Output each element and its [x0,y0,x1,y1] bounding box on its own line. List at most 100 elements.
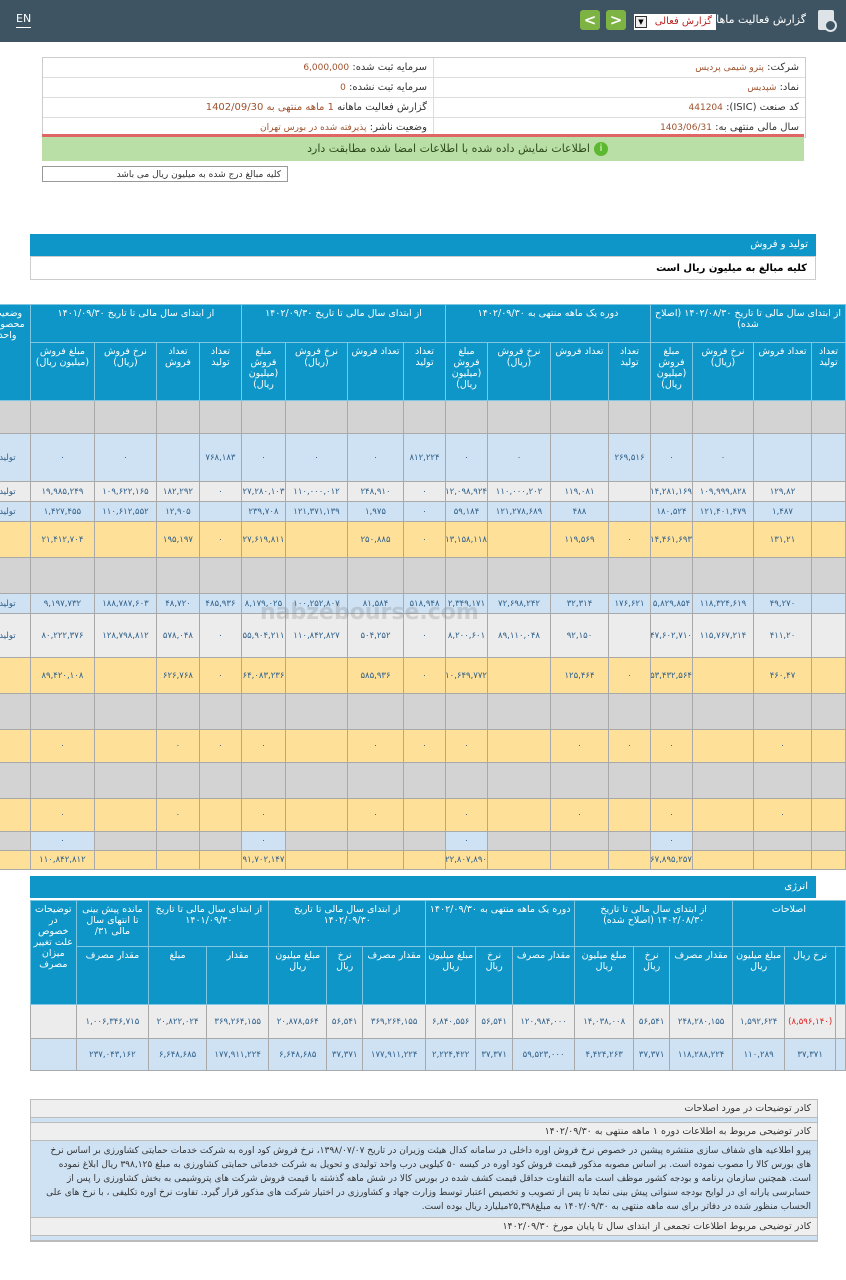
table-cell [347,557,404,594]
table-cell [93,693,157,730]
table-cell [811,613,846,658]
table-cell: ۳۷,۳۷۱ [326,1038,364,1071]
prev-button[interactable]: < [580,10,600,30]
table-cell [487,798,551,832]
table-cell [198,693,242,730]
table-cell: ۱,۹۷۵ [347,501,404,522]
table-cell: ۰ [403,521,446,558]
table-cell [198,557,242,594]
status-column-header: وضعیت محصول-واحد [0,304,31,401]
table-cell: ۰ [608,729,651,763]
language-toggle[interactable]: EN [16,12,32,28]
subcolumn-header: نرخ فروش (ریال) [285,342,348,401]
fiscal-year-value: 1403/06/31 [660,123,712,133]
table-cell: ۱۱۵,۷۶۷,۲۱۴ [692,613,754,658]
table-cell: ۰ [403,729,446,763]
table-cell: ۱,۰۰۶,۳۴۶,۷۱۵ [75,1004,150,1039]
table-cell: ۴۹,۲۷۰ [753,593,812,614]
table-cell: ۸۹,۴۲۰,۱۰۸ [29,657,95,694]
product-unit-cell [0,831,31,851]
report-select-value: گزارش فعالی [654,16,712,27]
table-cell: ۰ [155,798,200,832]
table-row: ۶۷,۸۹۵,۲۵۷ ۲۲,۸۰۷,۸۹۰ ۹۱,۷۰۲,۱۴۷ ۱۱۰,۸۴۲,۸۱… [0,850,846,870]
table-cell: ۵۳,۴۳۲,۵۶۴ [650,657,693,694]
table-cell: ۵۹,۵۲۳,۰۰۰ [511,1038,576,1071]
table-cell: ۳۶۹,۲۶۴,۱۵۵ [205,1004,270,1039]
table-cell [155,850,200,870]
table-cell: ۷۶۸,۱۸۳ [198,433,242,482]
table-cell [487,762,551,799]
table-cell [403,693,446,730]
table-cell: ۲۶۹,۵۱۶ [608,433,651,482]
subcolumn-header: مبلغ میلیون ریال [268,946,328,1005]
table-cell: ۹۱,۷۰۲,۱۴۷ [240,850,287,870]
subcolumn-header: مبلغ فروش (میلیون ریال) [650,342,693,401]
table-cell: ۰ [550,729,609,763]
table-cell [753,557,812,594]
table-cell: ۰ [240,831,287,851]
table-cell [285,557,348,594]
table-cell: ۰ [445,798,488,832]
table-cell: ۲,۲۲۴,۴۲۲ [424,1038,477,1071]
group-header: از ابتدای سال مالی تا تاریخ ۱۴۰۱/۰۹/۳۰ [148,900,270,947]
table-cell: ۰ [29,433,95,482]
table-cell: ۶۲۶,۷۶۸ [155,657,200,694]
table-cell [753,693,812,730]
group-header: از ابتدای سال مالی تا تاریخ ۱۴۰۲/۰۹/۳۰ [268,900,426,947]
table-cell: ۲۷,۲۸۰,۱۰۳ [240,481,287,502]
subcolumn-header: مقدار مصرف [362,946,426,1005]
company-info-panel: شرکت: پترو شیمی پردیس سرمایه ثبت شده: 6,… [42,57,806,138]
table-cell: ۰ [650,729,693,763]
table-cell [811,557,846,594]
table-cell: ۵۶,۵۴۱ [326,1004,364,1039]
table-cell [550,400,609,434]
report-value: 1 ماهه منتهی به 1402/09/30 [205,102,334,113]
product-unit-cell [0,693,31,730]
subcolumn-header: مبلغ فروش (میلیون ریال) [445,342,488,401]
table-row: ۰ ۰ ۰ ۰ ۰ ۰ ۰ ۰ [0,798,846,832]
table-cell: ۲۷,۶۱۹,۸۱۱ [240,521,287,558]
group-header: از ابتدای سال مالی تا تاریخ ۱۴۰۱/۰۹/۳۰ [29,304,242,343]
product-unit-cell: تولید [0,613,31,658]
table-cell: ۸,۱۷۹,۰۲۵ [240,593,287,614]
table-cell [811,400,846,434]
table-cell [550,433,609,482]
table-cell: ۰ [650,831,693,851]
next-button[interactable]: > [606,10,626,30]
table-cell [811,831,846,851]
table-cell [240,693,287,730]
table-cell: ۶,۶۴۸,۶۸۵ [268,1038,328,1071]
table-cell [811,593,846,614]
table-cell [487,693,551,730]
table-cell: ۰ [93,433,157,482]
table-cell [198,762,242,799]
table-cell [198,798,242,832]
subcolumn-header: تعداد فروش [155,342,200,401]
production-sales-table: از ابتدای سال مالی تا تاریخ ۱۴۰۲/۰۸/۳۰ (… [0,304,846,870]
table-cell: ۰ [347,798,404,832]
table-cell: ۱۴,۲۸۱,۱۶۹ [650,481,693,502]
table-cell [608,613,651,658]
subcolumn-header: مبلغ فروش (میلیون ریال) [240,342,287,401]
table-cell [650,693,693,730]
table-cell: ۰ [608,521,651,558]
table-cell [93,831,157,851]
table-cell: ۵۶,۵۴۱ [632,1004,671,1039]
table-cell: ۵۸۵,۹۳۶ [347,657,404,694]
table-cell [692,729,754,763]
table-cell [285,798,348,832]
product-unit-cell [0,521,31,558]
table-cell [155,400,200,434]
product-unit-cell: تولید [0,593,31,614]
energy-table: اصلاحات از ابتدای سال مالی تا تاریخ ۱۴۰۲… [30,900,846,1071]
table-cell: ۱۲۹,۸۲ [753,481,812,502]
table-cell: ۱۱۸,۲۸۸,۲۲۴ [669,1038,733,1071]
table-cell: ۳۶۹,۲۶۴,۱۵۵ [362,1004,426,1039]
report-type-select[interactable]: ▼ گزارش فعالی [634,14,716,30]
table-cell [347,693,404,730]
table-cell: ۶۴,۰۸۳,۲۳۶ [240,657,287,694]
table-cell [198,400,242,434]
table-cell [608,400,651,434]
table-cell [692,762,754,799]
clipboard-icon [818,10,837,32]
